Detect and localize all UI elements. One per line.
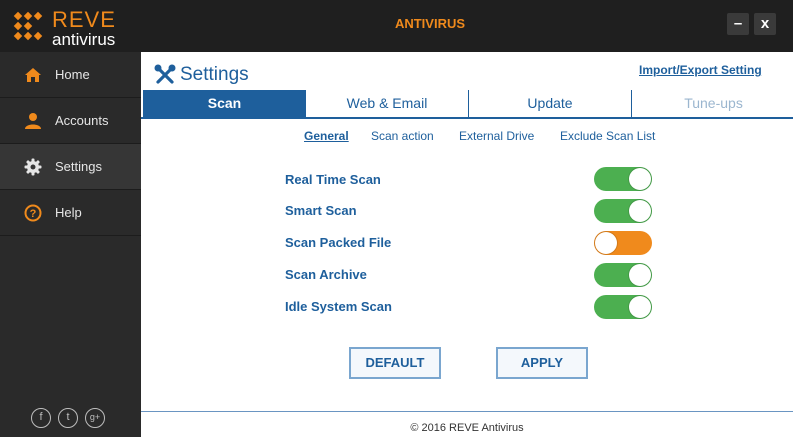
option-label-scan-packed-file: Scan Packed File xyxy=(285,235,392,250)
subtab-general[interactable]: General xyxy=(304,129,349,143)
subtab-external-drive[interactable]: External Drive xyxy=(459,129,534,143)
import-export-link[interactable]: Import/Export Setting xyxy=(639,63,762,77)
logo-subtitle: antivirus xyxy=(52,30,116,49)
facebook-icon[interactable]: f xyxy=(31,408,51,428)
sidebar-item-accounts[interactable]: Accounts xyxy=(0,98,141,144)
tools-icon xyxy=(154,64,176,84)
apply-button[interactable]: APPLY xyxy=(496,347,588,379)
sidebar-item-label: Accounts xyxy=(55,113,109,128)
subtab-bar: General Scan action External Drive Exclu… xyxy=(141,129,793,145)
close-button[interactable]: x xyxy=(754,13,776,35)
app-title: ANTIVIRUS xyxy=(394,16,466,31)
sidebar-item-help[interactable]: ? Help xyxy=(0,190,141,236)
subtab-scan-action[interactable]: Scan action xyxy=(371,129,434,143)
google-plus-icon[interactable]: g+ xyxy=(85,408,105,428)
sidebar-item-settings[interactable]: Settings xyxy=(0,144,141,190)
tab-update[interactable]: Update xyxy=(469,90,632,117)
toggle-knob xyxy=(629,296,651,318)
logo-name: REVE xyxy=(52,7,116,32)
svg-text:?: ? xyxy=(30,208,37,220)
twitter-icon[interactable]: t xyxy=(58,408,78,428)
tab-bar: Scan Web & Email Update Tune-ups xyxy=(141,90,793,119)
option-label-idle-system-scan: Idle System Scan xyxy=(285,299,392,314)
sidebar-item-label: Home xyxy=(55,67,90,82)
copyright-footer: © 2016 REVE Antivirus xyxy=(410,422,524,434)
user-icon xyxy=(25,113,41,129)
home-icon xyxy=(25,68,41,82)
help-icon: ? xyxy=(24,204,42,222)
page-title: Settings xyxy=(180,64,249,85)
title-bar: REVE antivirus ANTIVIRUS – x xyxy=(0,0,793,52)
toggle-scan-packed-file[interactable] xyxy=(594,231,652,255)
sidebar-item-label: Settings xyxy=(55,159,102,174)
footer-divider xyxy=(141,411,793,412)
tab-tune-ups[interactable]: Tune-ups xyxy=(632,90,793,117)
toggle-knob xyxy=(629,200,651,222)
option-label-scan-archive: Scan Archive xyxy=(285,267,367,282)
tab-scan[interactable]: Scan xyxy=(143,90,306,117)
toggle-knob xyxy=(629,264,651,286)
default-button[interactable]: DEFAULT xyxy=(349,347,441,379)
option-label-real-time-scan: Real Time Scan xyxy=(285,172,381,187)
reve-logo-icon xyxy=(13,11,43,41)
sidebar-item-label: Help xyxy=(55,205,82,220)
toggle-real-time-scan[interactable] xyxy=(594,167,652,191)
toggle-knob xyxy=(629,168,651,190)
tab-web-email[interactable]: Web & Email xyxy=(306,90,469,117)
toggle-smart-scan[interactable] xyxy=(594,199,652,223)
sidebar-item-home[interactable]: Home xyxy=(0,52,141,98)
gear-icon xyxy=(24,158,42,176)
toggle-knob xyxy=(595,232,617,254)
settings-panel: Settings Import/Export Setting Scan Web … xyxy=(141,52,793,437)
minimize-button[interactable]: – xyxy=(727,13,749,35)
app-window: REVE antivirus ANTIVIRUS – x Home Accoun… xyxy=(0,0,793,437)
toggle-idle-system-scan[interactable] xyxy=(594,295,652,319)
subtab-exclude-scan-list[interactable]: Exclude Scan List xyxy=(560,129,655,143)
option-label-smart-scan: Smart Scan xyxy=(285,203,357,218)
toggle-scan-archive[interactable] xyxy=(594,263,652,287)
sidebar: Home Accounts Settings ? Help f t g+ xyxy=(0,52,141,437)
reve-logo: REVE antivirus xyxy=(12,8,132,50)
